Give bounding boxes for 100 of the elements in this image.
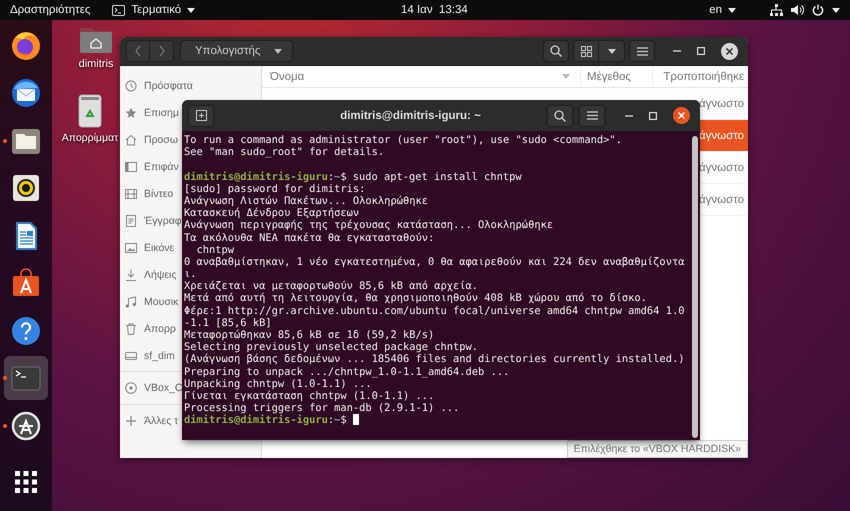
- terminal-line: Φέρε:1 http://gr.archive.ubuntu.com/ubuntu focal/universe amd64 chntpw amd64 1.0: [184, 304, 686, 317]
- window-title: dimitris@dimitris-iguru: ~: [339, 110, 482, 122]
- update-icon: [10, 410, 42, 442]
- sidebar-item[interactable]: sf_dim: [120, 342, 175, 369]
- location-button[interactable]: Υπολογιστής: [180, 40, 294, 62]
- clock-button[interactable]: 14 Ιαν 13:34: [395, 0, 474, 20]
- back-icon: [135, 45, 141, 57]
- terminal-line: Selecting previously unselected package chntpw.: [184, 341, 480, 354]
- minimize-icon: [673, 50, 681, 52]
- sidebar-item[interactable]: Μουσικ: [120, 288, 178, 315]
- network-icon: [770, 4, 783, 16]
- music-note-icon: [125, 296, 137, 308]
- prompt-separator: :: [328, 414, 334, 426]
- menu-icon: [586, 111, 598, 120]
- sidebar-item[interactable]: Εικόνε: [120, 234, 174, 261]
- caret-icon: [274, 48, 282, 54]
- modified-cell[interactable]: άγνωστο: [698, 194, 744, 206]
- document-icon: [125, 214, 137, 226]
- prompt-host: dimitris@dimitris-iguru: [184, 170, 328, 183]
- sidebar-item[interactable]: Άλλες τ: [120, 407, 178, 435]
- search-button[interactable]: [547, 104, 573, 126]
- drive-icon: [125, 350, 137, 362]
- trash-icon: [78, 94, 102, 128]
- sidebar-item[interactable]: Επισημ: [120, 99, 179, 126]
- download-icon: [125, 268, 137, 280]
- film-icon: [125, 188, 137, 200]
- forward-icon: [158, 45, 164, 57]
- terminal-line: Μεταφορτώθηκαν 85,6 kB σε 1δ (59,2 kB/s): [184, 329, 436, 342]
- disc-icon: [125, 382, 137, 394]
- sidebar-item[interactable]: Λήψεις: [120, 261, 176, 288]
- plus-icon: [125, 415, 137, 427]
- column-header[interactable]: Τροποποιήθηκε: [652, 66, 748, 87]
- sidebar-item[interactable]: Πρόσφατα: [120, 72, 193, 99]
- search-icon: [550, 45, 562, 57]
- minimize-icon: [625, 114, 633, 116]
- terminal-line: To run a command as administrator (user "root"), use "sudo <command>".: [184, 134, 623, 146]
- search-button[interactable]: [543, 40, 569, 62]
- close-icon: [721, 42, 738, 60]
- terminal-icon: [112, 4, 126, 16]
- menu-button[interactable]: [629, 40, 655, 62]
- browser-icon: [10, 30, 42, 62]
- terminal-line: -1.1 [85,6 kB]: [184, 316, 273, 329]
- back-button[interactable]: [126, 40, 150, 62]
- terminal-line: Κατασκευή Δένδρου Εξαρτήσεων: [184, 207, 360, 220]
- sidebar-item[interactable]: Βίντεο: [120, 180, 174, 207]
- view-options-button[interactable]: [599, 40, 625, 62]
- caret-icon: [562, 74, 570, 79]
- close-icon: [673, 107, 690, 124]
- help-icon: [10, 314, 42, 347]
- sidebar-item[interactable]: Απορρ: [120, 315, 176, 342]
- status-label: Επιλέχθηκε το «VBOX HARDDISK»: [566, 440, 748, 458]
- volume-icon: [791, 4, 804, 16]
- sidebar-item[interactable]: Επιφάν: [120, 153, 179, 180]
- prompt-symbol: $: [340, 170, 347, 183]
- menu-icon: [636, 46, 648, 56]
- terminal-line: Χρειάζεται να μεταφορτωθούν 85,6 kB από αρχεία.: [184, 280, 480, 292]
- new-tab-icon: [196, 110, 206, 121]
- modified-cell[interactable]: άγνωστο: [698, 130, 744, 142]
- maximize-icon: [697, 47, 705, 55]
- terminal-line: Preparing to unpack .../chntpw_1.0-1.1_amd64.deb ...: [184, 366, 510, 378]
- view-button[interactable]: [573, 40, 599, 62]
- desktop-icon: [125, 160, 137, 172]
- scrollbar[interactable]: [692, 136, 698, 438]
- desktop-icon-label[interactable]: dimitris: [78, 58, 114, 70]
- terminal-line: (Ανάγνωση βάσης δεδομένων ... 185406 files and directories currently installed.): [184, 353, 686, 366]
- terminal-line: Processing triggers for man-db (2.9.1-1) ...: [184, 402, 460, 414]
- modified-cell[interactable]: άγνωστο: [698, 98, 744, 110]
- app-menu-button[interactable]: Τερματικό: [106, 0, 202, 20]
- sidebar-item[interactable]: Έγγραφ: [120, 207, 182, 234]
- caret-icon: [832, 8, 840, 12]
- terminal-line: Unpacking chntpw (1.0-1.1) ...: [184, 378, 373, 390]
- column-header[interactable]: Όνομα: [262, 70, 580, 82]
- caret-icon: [608, 48, 616, 54]
- terminal-line: [sudo] password for dimitris:: [184, 182, 366, 195]
- prompt-host: dimitris@dimitris-iguru: [184, 414, 328, 426]
- grid-view-icon: [580, 46, 592, 56]
- activities-button[interactable]: Δραστηριότητες: [4, 0, 96, 20]
- prompt-symbol: $: [340, 414, 347, 426]
- keyboard-layout-button[interactable]: en: [703, 0, 742, 20]
- menu-button[interactable]: [579, 104, 605, 126]
- maximize-icon: [649, 112, 657, 120]
- terminal-line: See "man sudo_root" for details.: [184, 146, 386, 158]
- home-icon: [125, 134, 137, 146]
- power-icon: [812, 4, 824, 16]
- trash-icon: [125, 322, 137, 334]
- clock-icon: [125, 80, 137, 92]
- sidebar-item[interactable]: Προσω: [120, 126, 178, 153]
- prompt-path: ~: [334, 170, 340, 183]
- column-header[interactable]: Μέγεθος: [580, 66, 652, 87]
- prompt-path: ~: [334, 414, 340, 426]
- sidebar-item[interactable]: VBox_C: [120, 374, 183, 402]
- terminal-line: ι.: [184, 268, 198, 280]
- modified-cell[interactable]: άγνωστο: [698, 162, 744, 174]
- forward-button[interactable]: [150, 40, 174, 62]
- terminal-line: 0 αναβαθμίστηκαν, 1 νέο εγκατεστημένα, 0 θα αφαιρεθούν και 224 δεν αναβαθμίζοντα: [184, 256, 686, 268]
- new-tab-button[interactable]: [188, 104, 214, 126]
- caret-icon: [728, 8, 736, 12]
- terminal-command: sudo apt-get install chntpw: [352, 170, 522, 183]
- desktop-icon-label[interactable]: Απορρίμματ: [62, 132, 118, 144]
- terminal-line: chntpw: [196, 244, 236, 256]
